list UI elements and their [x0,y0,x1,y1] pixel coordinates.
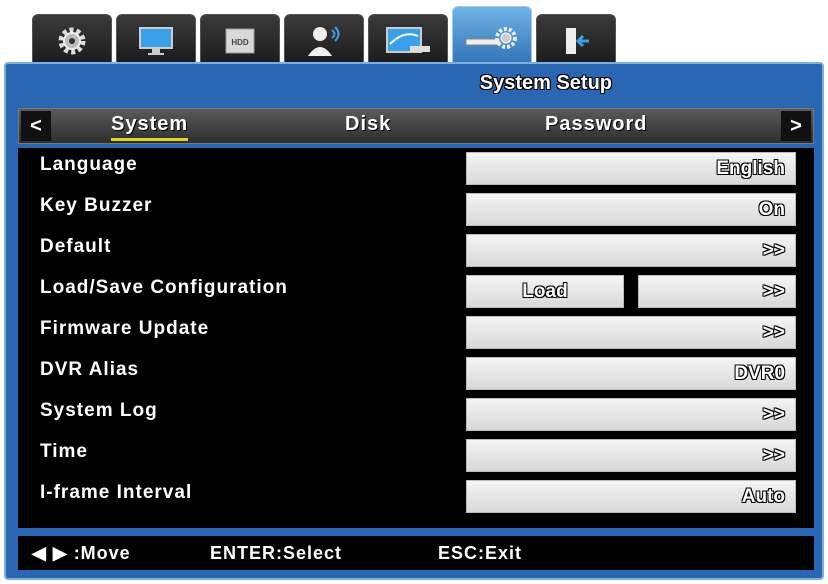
settings-list: Language English Key Buzzer On Default >… [18,148,814,528]
hdd-icon-label: HDD [231,38,249,47]
system-setup-icon [465,26,517,49]
setting-label: DVR Alias [40,359,140,380]
network-icon [386,26,430,53]
time-button[interactable]: >> [466,439,796,472]
iframe-interval-select[interactable]: Auto [466,480,796,513]
setting-row-default: Default >> [18,230,814,268]
load-save-config-button[interactable]: >> [638,275,796,308]
gear-icon [58,27,86,54]
setting-row-time: Time >> [18,435,814,473]
tab-network[interactable] [368,14,448,66]
setting-label: Firmware Update [40,318,210,339]
setting-row-dvr-alias: DVR Alias DVR0 [18,353,814,391]
setting-label: Default [40,236,112,257]
system-setup-window: System Setup < System Disk Password > La… [4,62,824,580]
setting-row-load-save-config: Load/Save Configuration Load >> [18,271,814,309]
setting-label: I-frame Interval [40,482,193,503]
window-title: System Setup [479,72,612,94]
load-save-mode-select[interactable]: Load [466,275,624,308]
next-tab-button[interactable]: > [781,111,811,141]
select-hint: ENTER:Select [210,543,343,563]
tab-general[interactable] [32,14,112,66]
subtab-system[interactable]: System [111,113,189,141]
setting-row-iframe-interval: I-frame Interval Auto [18,476,814,514]
setting-label: Language [40,154,138,175]
move-hint: ◀ ▶ :Move [32,543,131,563]
setting-row-language: Language English [18,148,814,186]
tab-hdd[interactable]: HDD [200,14,280,66]
monitor-icon [139,26,173,55]
setting-label: System Log [40,400,158,421]
exit-hint: ESC:Exit [438,543,523,563]
tab-system-setup[interactable] [452,6,532,68]
subtab-bar: < System Disk Password > [18,108,814,144]
setting-row-system-log: System Log >> [18,394,814,432]
setting-row-key-buzzer: Key Buzzer On [18,189,814,227]
firmware-update-button[interactable]: >> [466,316,796,349]
user-icon [308,25,340,56]
prev-tab-button[interactable]: < [21,111,51,141]
tab-display[interactable] [116,14,196,66]
setting-row-firmware-update: Firmware Update >> [18,312,814,350]
default-button[interactable]: >> [466,234,796,267]
system-log-button[interactable]: >> [466,398,796,431]
key-hint-bar: ◀ ▶ :Move ENTER:Select ESC:Exit [18,536,814,570]
language-select[interactable]: English [466,152,796,185]
dvr-alias-field[interactable]: DVR0 [466,357,796,390]
setting-label: Load/Save Configuration [40,277,288,298]
exit-door-icon [566,27,589,54]
subtab-password[interactable]: Password [545,113,647,141]
tab-exit[interactable] [536,14,616,66]
subtab-disk[interactable]: Disk [345,113,391,141]
tab-user[interactable] [284,14,364,66]
key-buzzer-select[interactable]: On [466,193,796,226]
hdd-icon: HDD [225,28,255,53]
setting-label: Key Buzzer [40,195,153,216]
setting-label: Time [40,441,89,462]
